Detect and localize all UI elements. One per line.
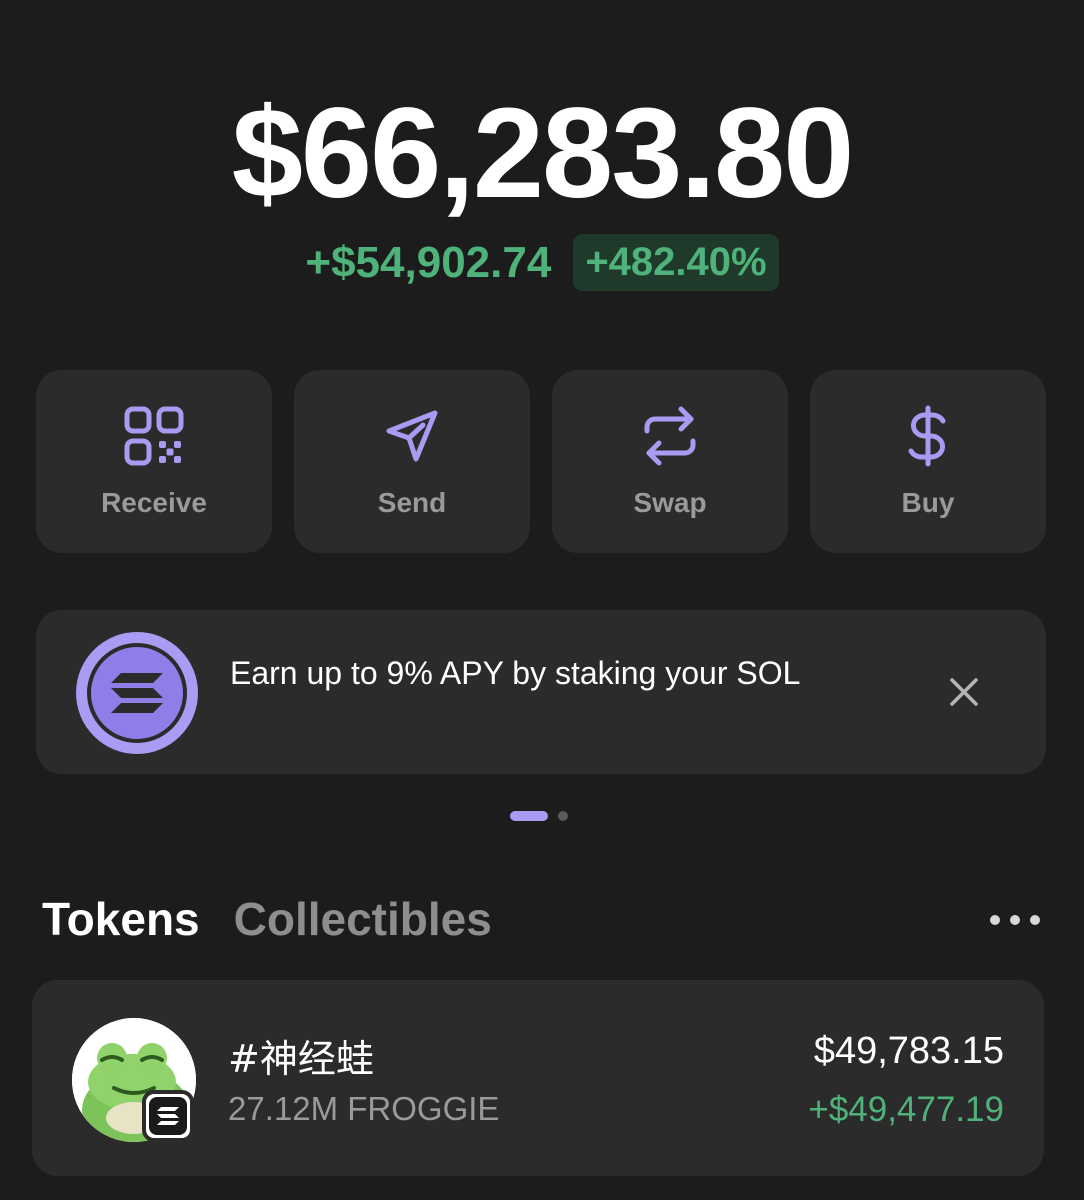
buy-label: Buy [901, 486, 955, 518]
token-row[interactable]: #神经蛙 27.12M FROGGIE $49,783.15 +$49,477.… [32, 980, 1044, 1176]
swap-label: Swap [633, 486, 707, 518]
action-buttons: Receive Send Swap Buy [36, 370, 1046, 553]
balance-change-percent: +482.40% [573, 234, 779, 291]
receive-label: Receive [101, 486, 207, 518]
banner-pagination [510, 811, 568, 821]
qr-code-icon [123, 405, 185, 467]
balance-change: +$54,902.74 +482.40% [0, 234, 1084, 291]
send-icon [381, 405, 443, 467]
asset-tabs: Tokens Collectibles [42, 892, 492, 946]
more-options-icon[interactable] [990, 906, 1040, 934]
pagination-dot-active[interactable] [510, 811, 548, 821]
solana-icon [76, 632, 198, 754]
pagination-dot[interactable] [558, 811, 568, 821]
tab-collectibles[interactable]: Collectibles [234, 892, 492, 946]
balance-change-value: +$54,902.74 [305, 237, 552, 287]
token-amount: 27.12M FROGGIE [228, 1090, 500, 1127]
total-balance: $66,283.80 [231, 82, 855, 225]
send-label: Send [377, 486, 447, 518]
staking-banner-text: Earn up to 9% APY by staking your SOL [230, 655, 801, 691]
wallet-screen: $66,283.80 +$54,902.74 +482.40% Receive [0, 0, 1084, 1200]
tab-tokens[interactable]: Tokens [42, 892, 200, 946]
swap-button[interactable]: Swap [552, 370, 788, 553]
dollar-icon [897, 405, 959, 467]
token-change: +$49,477.19 [808, 1090, 1004, 1129]
staking-banner[interactable]: Earn up to 9% APY by staking your SOL [36, 610, 1046, 774]
solana-icon [142, 1090, 194, 1142]
token-value: $49,783.15 [813, 1030, 1004, 1072]
send-button[interactable]: Send [294, 370, 530, 553]
buy-button[interactable]: Buy [810, 370, 1046, 553]
swap-icon [639, 405, 701, 467]
token-name: #神经蛙 [228, 1037, 374, 1081]
receive-button[interactable]: Receive [36, 370, 272, 553]
close-icon[interactable] [946, 674, 982, 710]
